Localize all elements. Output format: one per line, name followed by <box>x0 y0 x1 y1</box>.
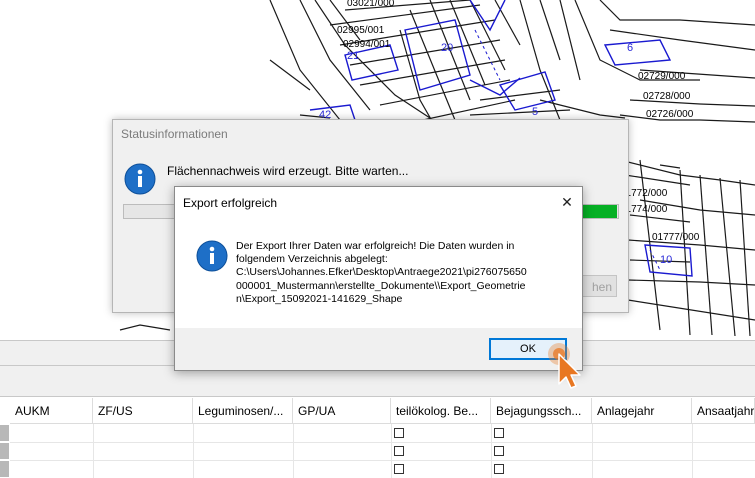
close-button[interactable]: ✕ <box>552 187 582 217</box>
teiloekolog-checkbox[interactable] <box>394 464 404 474</box>
column-divider <box>592 424 593 478</box>
field-number: 6 <box>627 42 633 54</box>
bejagungsschneise-checkbox[interactable] <box>494 428 504 438</box>
parcel-number: 02995/001 <box>337 25 385 36</box>
parcel-number: 02729/000 <box>638 71 686 82</box>
parcel-number: 01777/000 <box>652 232 700 243</box>
column-header-gp-ua[interactable]: GP/UA <box>293 398 391 424</box>
parcel-number: 02728/000 <box>643 91 691 102</box>
message-line: Der Export Ihrer Daten war erfolgreich! … <box>236 240 515 252</box>
bejagungsschneise-checkbox[interactable] <box>494 446 504 456</box>
status-message: Flächennachweis wird erzeugt. Bitte wart… <box>167 164 409 178</box>
dialog-message: Der Export Ihrer Daten war erfolgreich! … <box>236 240 554 306</box>
column-header-anlagejahr[interactable]: Anlagejahr <box>592 398 692 424</box>
data-grid: AUKM ZF/US Leguminosen/... GP/UA teilöko… <box>0 398 755 478</box>
mouse-pointer-icon <box>548 343 581 389</box>
bejagungsschneise-checkbox[interactable] <box>494 464 504 474</box>
column-divider <box>293 424 294 478</box>
column-divider <box>391 424 392 478</box>
teiloekolog-checkbox[interactable] <box>394 446 404 456</box>
field-number: 5 <box>532 106 538 118</box>
dialog-footer: OK <box>175 328 582 370</box>
row-selector[interactable] <box>0 443 9 459</box>
column-header-leguminosen[interactable]: Leguminosen/... <box>193 398 293 424</box>
message-line: n\Export_15092021-141629_Shape <box>236 292 403 305</box>
parcel-number: 02994/001 <box>343 39 391 50</box>
column-header-aukm[interactable]: AUKM <box>10 398 93 424</box>
row-divider <box>10 442 755 443</box>
message-line: 000001_Mustermann\erstellte_Dokumente\\E… <box>236 279 526 292</box>
message-line: folgendem Verzeichnis abgelegt: <box>236 253 388 266</box>
column-divider <box>93 424 94 478</box>
parcel-number: 02726/000 <box>646 109 694 120</box>
column-header-teiloekolog[interactable]: teilökolog. Be... <box>391 398 491 424</box>
column-header-ansaatjahr[interactable]: Ansaatjahr <box>692 398 755 424</box>
column-header-zf-us[interactable]: ZF/US <box>93 398 193 424</box>
field-number: 10 <box>660 254 672 266</box>
row-divider <box>10 460 755 461</box>
parcel-number: 03021/000 <box>347 0 395 9</box>
dialog-title: Export erfolgreich <box>183 196 278 210</box>
column-divider <box>491 424 492 478</box>
field-number: 20 <box>441 42 453 54</box>
teiloekolog-checkbox[interactable] <box>394 428 404 438</box>
message-line: C:\Users\Johannes.Efker\Desktop\Antraege… <box>236 266 527 279</box>
column-divider <box>193 424 194 478</box>
progress-bar-fill <box>582 205 617 218</box>
field-number: 21 <box>347 50 359 62</box>
info-icon <box>124 163 156 195</box>
column-divider <box>692 424 693 478</box>
row-selector[interactable] <box>0 461 9 477</box>
status-dialog-title: Statusinformationen <box>121 127 228 141</box>
row-selector[interactable] <box>0 425 9 441</box>
info-icon <box>196 240 228 272</box>
column-header-bejagungsschneise[interactable]: Bejagungssch... <box>491 398 592 424</box>
export-success-dialog: Export erfolgreich ✕ Der Export Ihrer Da… <box>174 186 583 371</box>
